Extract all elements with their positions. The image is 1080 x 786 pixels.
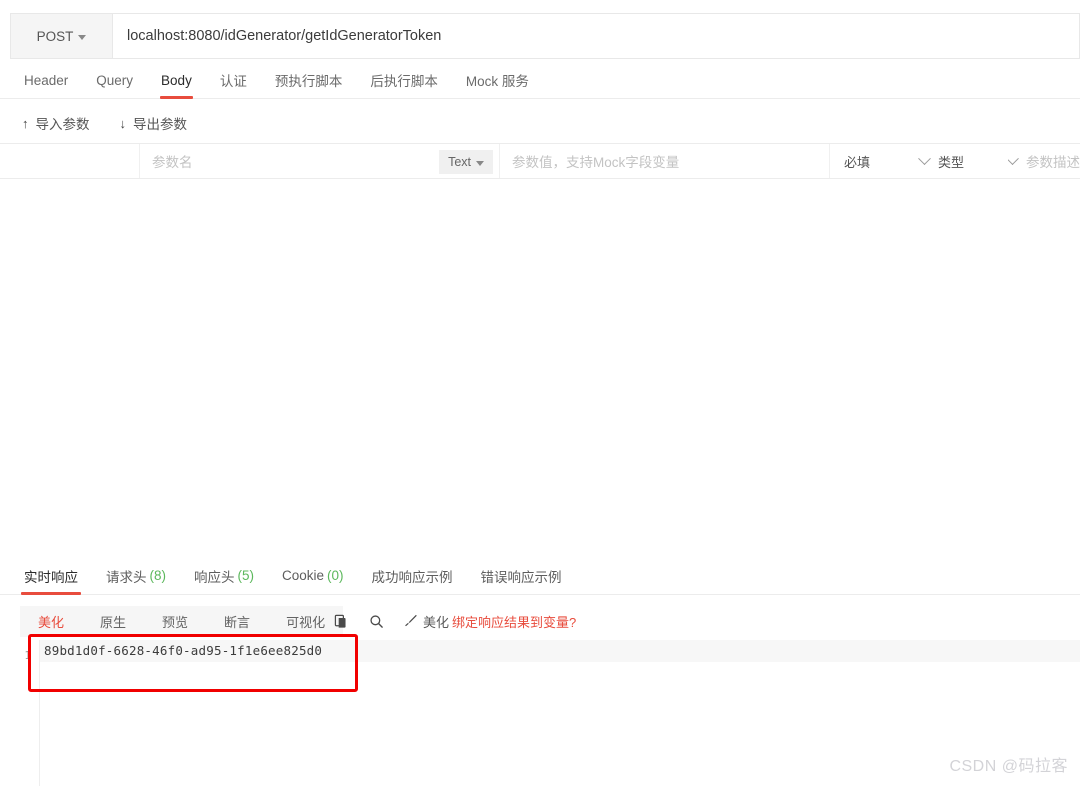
response-view-beautify[interactable]: 美化 (20, 606, 82, 637)
format-beautify-label: 美化 (423, 615, 450, 630)
response-tab-error-example[interactable]: 错误响应示例 (467, 557, 576, 595)
response-view-label: 美化 (38, 615, 65, 630)
format-beautify-button[interactable]: 美化 (404, 612, 449, 631)
request-tab-body[interactable]: Body (147, 62, 206, 99)
response-view-raw[interactable]: 原生 (82, 606, 144, 637)
api-test-page: POST Header Query Body 认证 预执行脚本 后执行脚本 Mo… (0, 0, 1080, 786)
chevron-down-icon (1008, 151, 1019, 165)
response-view-assert[interactable]: 断言 (206, 606, 268, 637)
response-view-label: 预览 (162, 615, 189, 630)
response-tab-count: (5) (237, 568, 255, 583)
response-tab-label: 响应头 (194, 569, 235, 585)
csdn-watermark: CSDN @码拉客 (949, 752, 1068, 776)
param-row-handle-cell[interactable] (0, 144, 140, 178)
export-params-label: 导出参数 (133, 117, 187, 132)
response-tab-cookie[interactable]: Cookie (0) (268, 557, 358, 595)
http-method-select[interactable]: POST (11, 14, 113, 58)
response-tab-label: 错误响应示例 (480, 569, 562, 585)
param-type-chip-label: Text (448, 155, 471, 169)
response-tab-label: 实时响应 (24, 569, 78, 585)
request-tab-header[interactable]: Header (10, 62, 82, 99)
param-required-label: 必填 (844, 154, 871, 170)
export-params-button[interactable]: ↓ 导出参数 (120, 113, 188, 133)
param-type-label: 类型 (938, 154, 965, 170)
import-params-button[interactable]: ↑ 导入参数 (22, 113, 90, 133)
request-tab-label: Mock 服务 (465, 74, 529, 89)
request-tab-bar: Header Query Body 认证 预执行脚本 后执行脚本 Mock 服务 (0, 62, 1080, 99)
editor-line-number-gutter: 1 (0, 640, 40, 786)
response-view-label: 可视化 (286, 615, 326, 630)
request-tab-post-script[interactable]: 后执行脚本 (356, 62, 452, 99)
chevron-down-icon (78, 34, 87, 40)
watermark-csdn-text: CSDN (949, 758, 997, 775)
response-sub-toolbar: 美化 原生 预览 断言 可视化 美化 绑定响应结果到变量? (0, 606, 1080, 637)
request-url-bar: POST (10, 13, 1080, 59)
chevron-down-icon (476, 160, 484, 166)
request-tab-auth[interactable]: 认证 (206, 62, 261, 99)
param-required-cell[interactable]: 必填 (830, 144, 920, 178)
arrow-up-icon: ↑ (22, 115, 29, 131)
param-table-row: 参数名 Text 参数值，支持Mock字段变量 必填 类型 参数描述 (0, 143, 1080, 179)
chevron-down-icon (918, 151, 931, 165)
param-name-cell[interactable]: 参数名 Text (140, 144, 500, 178)
response-view-preview[interactable]: 预览 (144, 606, 206, 637)
param-toolbar: ↑ 导入参数 ↓ 导出参数 (0, 104, 1080, 142)
arrow-down-icon: ↓ (119, 115, 127, 131)
response-tab-label: 成功响应示例 (371, 569, 453, 585)
request-tab-label: Query (96, 72, 134, 88)
request-body-empty-area (0, 179, 1080, 557)
request-url-input[interactable] (113, 14, 1079, 58)
response-tab-success-example[interactable]: 成功响应示例 (358, 557, 467, 595)
response-tab-response-headers[interactable]: 响应头 (5) (180, 557, 268, 595)
bind-response-link-label: 绑定响应结果到变量? (452, 615, 577, 630)
param-value-cell[interactable]: 参数值，支持Mock字段变量 (500, 144, 830, 178)
param-value-placeholder: 参数值，支持Mock字段变量 (512, 155, 680, 170)
request-tab-pre-script[interactable]: 预执行脚本 (261, 62, 357, 99)
request-tab-query[interactable]: Query (82, 62, 147, 99)
response-view-visualize[interactable]: 可视化 (268, 606, 343, 637)
import-params-label: 导入参数 (35, 117, 90, 132)
search-icon[interactable] (369, 614, 384, 629)
copy-icon[interactable] (334, 614, 349, 629)
param-type-cell[interactable]: 类型 (918, 144, 1008, 178)
bind-response-to-variable-link[interactable]: 绑定响应结果到变量? (452, 606, 576, 637)
response-view-segmented-control: 美化 原生 预览 断言 可视化 (20, 606, 344, 637)
response-tab-count: (0) (327, 568, 344, 583)
response-tab-label: 请求头 (106, 569, 147, 585)
watermark-handle-text: @码拉客 (1001, 758, 1068, 775)
param-desc-cell[interactable]: 参数描述 (1008, 144, 1080, 178)
http-method-label: POST (36, 28, 74, 44)
editor-line-number: 1 (24, 649, 31, 662)
request-tab-label: Header (24, 72, 69, 88)
response-code-editor[interactable]: 1 89bd1d0f-6628-46f0-ad95-1f1e6ee825d0 (0, 640, 1080, 786)
editor-line-content: 89bd1d0f-6628-46f0-ad95-1f1e6ee825d0 (40, 640, 1080, 662)
response-tab-request-headers[interactable]: 请求头 (8) (92, 557, 180, 595)
request-tab-label: Body (161, 72, 192, 88)
request-tab-label: 后执行脚本 (370, 74, 438, 89)
request-tab-mock-service[interactable]: Mock 服务 (452, 62, 543, 99)
response-tab-label: Cookie (282, 568, 325, 583)
editor-code-area[interactable]: 89bd1d0f-6628-46f0-ad95-1f1e6ee825d0 (40, 640, 1080, 786)
param-type-chip[interactable]: Text (439, 150, 493, 174)
response-view-label: 原生 (100, 615, 127, 630)
response-view-label: 断言 (224, 615, 251, 630)
request-tab-label: 预执行脚本 (274, 74, 343, 89)
format-brush-icon (404, 613, 418, 630)
request-tab-label: 认证 (219, 74, 247, 89)
param-desc-placeholder: 参数描述 (1026, 155, 1080, 170)
response-tab-realtime[interactable]: 实时响应 (10, 557, 92, 595)
response-tab-count: (8) (149, 568, 167, 583)
response-tab-bar: 实时响应 请求头 (8) 响应头 (5) Cookie (0) 成功响应示例 错… (0, 557, 1080, 595)
param-name-placeholder: 参数名 (152, 155, 193, 170)
response-icon-group: 美化 (334, 606, 449, 637)
